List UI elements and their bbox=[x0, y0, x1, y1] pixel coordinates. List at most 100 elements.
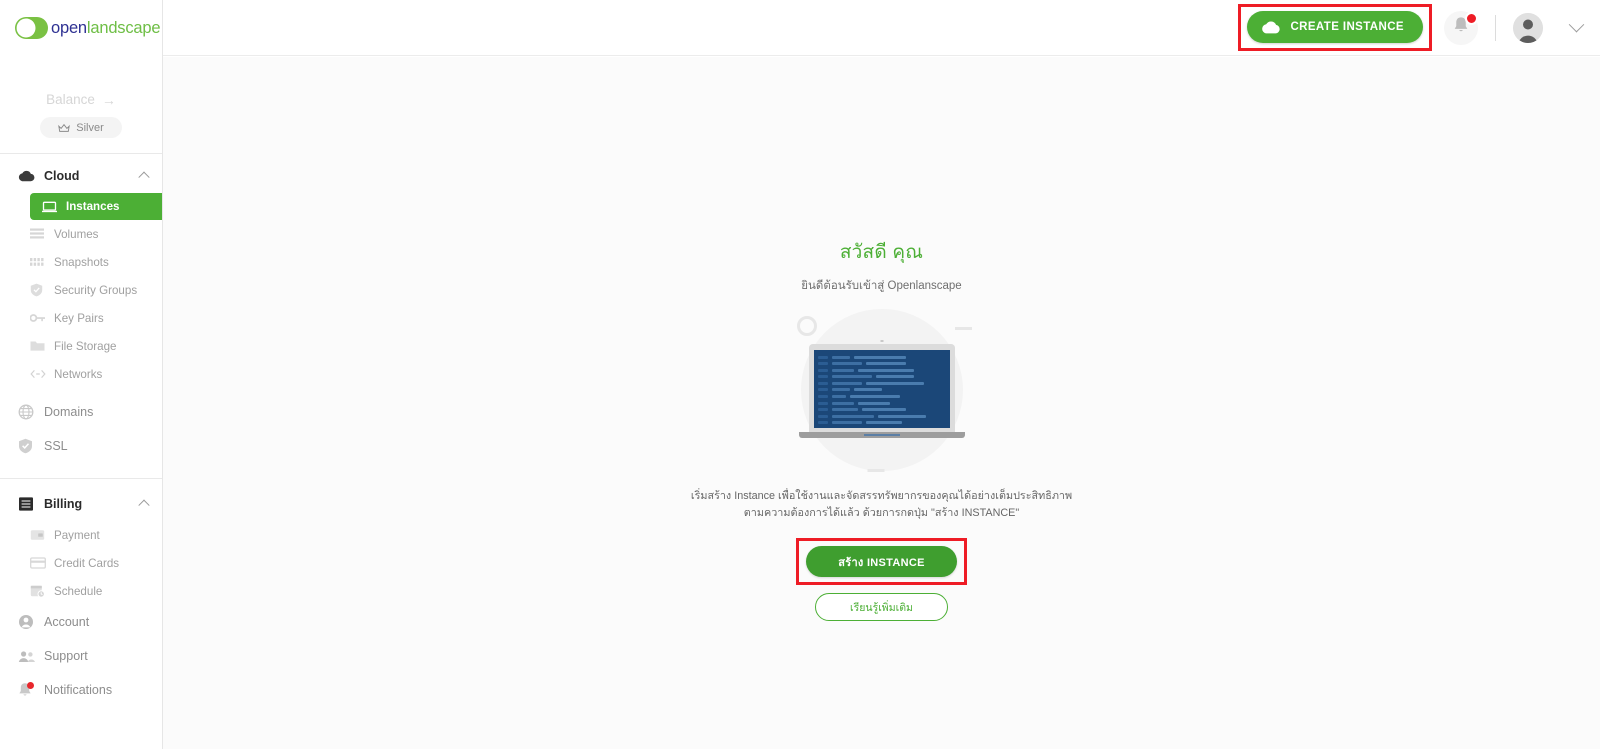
laptop-base-notch bbox=[863, 434, 900, 436]
sidebar-item-schedule[interactable]: Schedule bbox=[0, 577, 162, 605]
sidebar-item-credit-cards-label: Credit Cards bbox=[54, 556, 120, 570]
chevron-down-icon[interactable] bbox=[1568, 16, 1585, 33]
create-instance-primary-highlight: สร้าง INSTANCE bbox=[796, 538, 967, 585]
nav-spacer-1 bbox=[0, 388, 162, 395]
globe-icon bbox=[18, 404, 44, 420]
user-avatar[interactable] bbox=[1513, 12, 1543, 43]
tier-badge[interactable]: Silver bbox=[40, 117, 122, 138]
sidebar-item-networks-label: Networks bbox=[54, 367, 103, 381]
welcome-subtitle: ยินดีต้อนรับเข้าสู่ Openlanscape bbox=[801, 280, 962, 292]
sidebar-item-credit-cards[interactable]: Credit Cards bbox=[0, 549, 162, 577]
balance-label: Balance bbox=[46, 92, 95, 107]
page-scrollbar[interactable] bbox=[1592, 0, 1600, 749]
topbar-divider bbox=[1495, 14, 1496, 41]
app-root: openlandscape Balance → Silver Cloud Ins… bbox=[0, 0, 1600, 749]
folder-icon bbox=[30, 340, 54, 352]
sidebar-item-notifications[interactable]: Notifications bbox=[0, 673, 162, 707]
tier-label: Silver bbox=[76, 121, 104, 134]
laptop-camera bbox=[880, 340, 883, 342]
sidebar-divider-billing bbox=[0, 478, 162, 479]
balance-link[interactable]: Balance → bbox=[0, 92, 162, 107]
sidebar-group-billing[interactable]: Billing bbox=[0, 487, 162, 521]
sidebar-item-support[interactable]: Support bbox=[0, 639, 162, 673]
user-circle-icon bbox=[18, 614, 44, 630]
decor-ring bbox=[796, 316, 817, 336]
greeting-title: สวัสดี คุณ bbox=[839, 242, 924, 263]
shield-icon bbox=[30, 283, 54, 297]
key-icon bbox=[30, 313, 54, 323]
brand-logo-text: openlandscape bbox=[51, 18, 161, 38]
decor-dash-bottom bbox=[867, 469, 885, 472]
create-instance-button[interactable]: CREATE INSTANCE bbox=[1247, 11, 1423, 43]
sidebar-item-payment-label: Payment bbox=[54, 528, 100, 542]
brand-logo-landscape: landscape bbox=[86, 18, 161, 37]
brand-logo-open: open bbox=[51, 18, 87, 37]
sidebar-item-security-groups-label: Security Groups bbox=[54, 283, 138, 297]
sidebar-item-support-label: Support bbox=[44, 649, 88, 663]
learn-more-button[interactable]: เรียนรู้เพิ่มเติม bbox=[815, 593, 948, 621]
cloud-icon bbox=[1261, 20, 1281, 34]
leaf-circle-logo-icon bbox=[8, 15, 50, 41]
sidebar-item-ssl[interactable]: SSL bbox=[0, 429, 162, 463]
sidebar-item-file-storage[interactable]: File Storage bbox=[0, 332, 162, 360]
create-instance-highlight: CREATE INSTANCE bbox=[1238, 4, 1432, 51]
laptop-screen bbox=[813, 350, 950, 428]
sidebar-item-account[interactable]: Account bbox=[0, 605, 162, 639]
empty-state-description: เริ่มสร้าง Instance เพื่อใช้งานและจัดสรร… bbox=[622, 488, 1142, 522]
grid-icon bbox=[30, 257, 54, 268]
chevron-up-icon bbox=[138, 171, 150, 183]
content-area: สวัสดี คุณ ยินดีต้อนรับเข้าสู่ Openlansc… bbox=[163, 57, 1600, 749]
laptop-code-illustration bbox=[752, 309, 1012, 474]
sidebar-group-cloud[interactable]: Cloud bbox=[0, 159, 162, 193]
bell-icon bbox=[18, 682, 44, 698]
notification-dot bbox=[27, 682, 34, 689]
sidebar-item-domains[interactable]: Domains bbox=[0, 395, 162, 429]
sidebar-item-key-pairs-label: Key Pairs bbox=[54, 311, 104, 325]
brand-logo[interactable]: openlandscape bbox=[0, 0, 162, 56]
sidebar-item-instances[interactable]: Instances bbox=[30, 193, 162, 220]
arrow-right-icon: → bbox=[101, 91, 116, 108]
calendar-clock-icon bbox=[30, 584, 54, 598]
code-brackets-icon bbox=[30, 369, 54, 379]
sidebar-item-networks[interactable]: Networks bbox=[0, 360, 162, 388]
sidebar-item-payment[interactable]: Payment bbox=[0, 521, 162, 549]
people-icon bbox=[18, 650, 44, 663]
decor-dash-right bbox=[954, 327, 972, 330]
sidebar-item-account-label: Account bbox=[44, 615, 90, 629]
create-instance-primary-button[interactable]: สร้าง INSTANCE bbox=[806, 546, 957, 577]
sidebar-item-schedule-label: Schedule bbox=[54, 584, 103, 598]
monitor-icon bbox=[42, 201, 66, 213]
laptop-base bbox=[798, 432, 965, 438]
wallet-icon bbox=[30, 529, 54, 541]
sidebar: openlandscape Balance → Silver Cloud Ins… bbox=[0, 0, 163, 749]
chevron-up-icon bbox=[138, 499, 150, 511]
layers-icon bbox=[30, 228, 54, 240]
sidebar-item-ssl-label: SSL bbox=[44, 439, 68, 453]
crown-icon bbox=[58, 123, 71, 133]
sidebar-item-volumes[interactable]: Volumes bbox=[0, 220, 162, 248]
sidebar-item-domains-label: Domains bbox=[44, 405, 94, 419]
notifications-button[interactable] bbox=[1444, 10, 1478, 45]
credit-card-icon bbox=[30, 557, 54, 569]
sidebar-item-key-pairs[interactable]: Key Pairs bbox=[0, 304, 162, 332]
sidebar-item-snapshots-label: Snapshots bbox=[54, 255, 109, 269]
laptop-lid bbox=[808, 340, 955, 432]
laptop-graphic bbox=[798, 340, 965, 438]
sidebar-group-billing-label: Billing bbox=[44, 497, 83, 511]
sidebar-group-cloud-label: Cloud bbox=[44, 169, 80, 183]
description-line-1: เริ่มสร้าง Instance เพื่อใช้งานและจัดสรร… bbox=[690, 490, 1073, 502]
main-area: CREATE INSTANCE สวัสดี คุณ ยินดีต้อนรับเ… bbox=[163, 0, 1600, 749]
topbar: CREATE INSTANCE bbox=[163, 0, 1600, 56]
sidebar-item-volumes-label: Volumes bbox=[54, 227, 99, 241]
receipt-icon bbox=[18, 496, 44, 512]
description-line-2: ตามความต้องการได้แล้ว ด้วยการกดปุ่ม "สร้… bbox=[743, 507, 1020, 519]
cloud-icon bbox=[18, 170, 44, 182]
sidebar-item-security-groups[interactable]: Security Groups bbox=[0, 276, 162, 304]
sidebar-item-notifications-label: Notifications bbox=[44, 683, 113, 697]
empty-state: สวัสดี คุณ ยินดีต้อนรับเข้าสู่ Openlansc… bbox=[622, 237, 1142, 621]
sidebar-item-snapshots[interactable]: Snapshots bbox=[0, 248, 162, 276]
notification-badge bbox=[1465, 11, 1478, 25]
secondary-button-wrap: เรียนรู้เพิ่มเติม bbox=[622, 585, 1142, 621]
sidebar-item-instances-label: Instances bbox=[66, 200, 120, 213]
create-instance-label: CREATE INSTANCE bbox=[1290, 21, 1404, 33]
